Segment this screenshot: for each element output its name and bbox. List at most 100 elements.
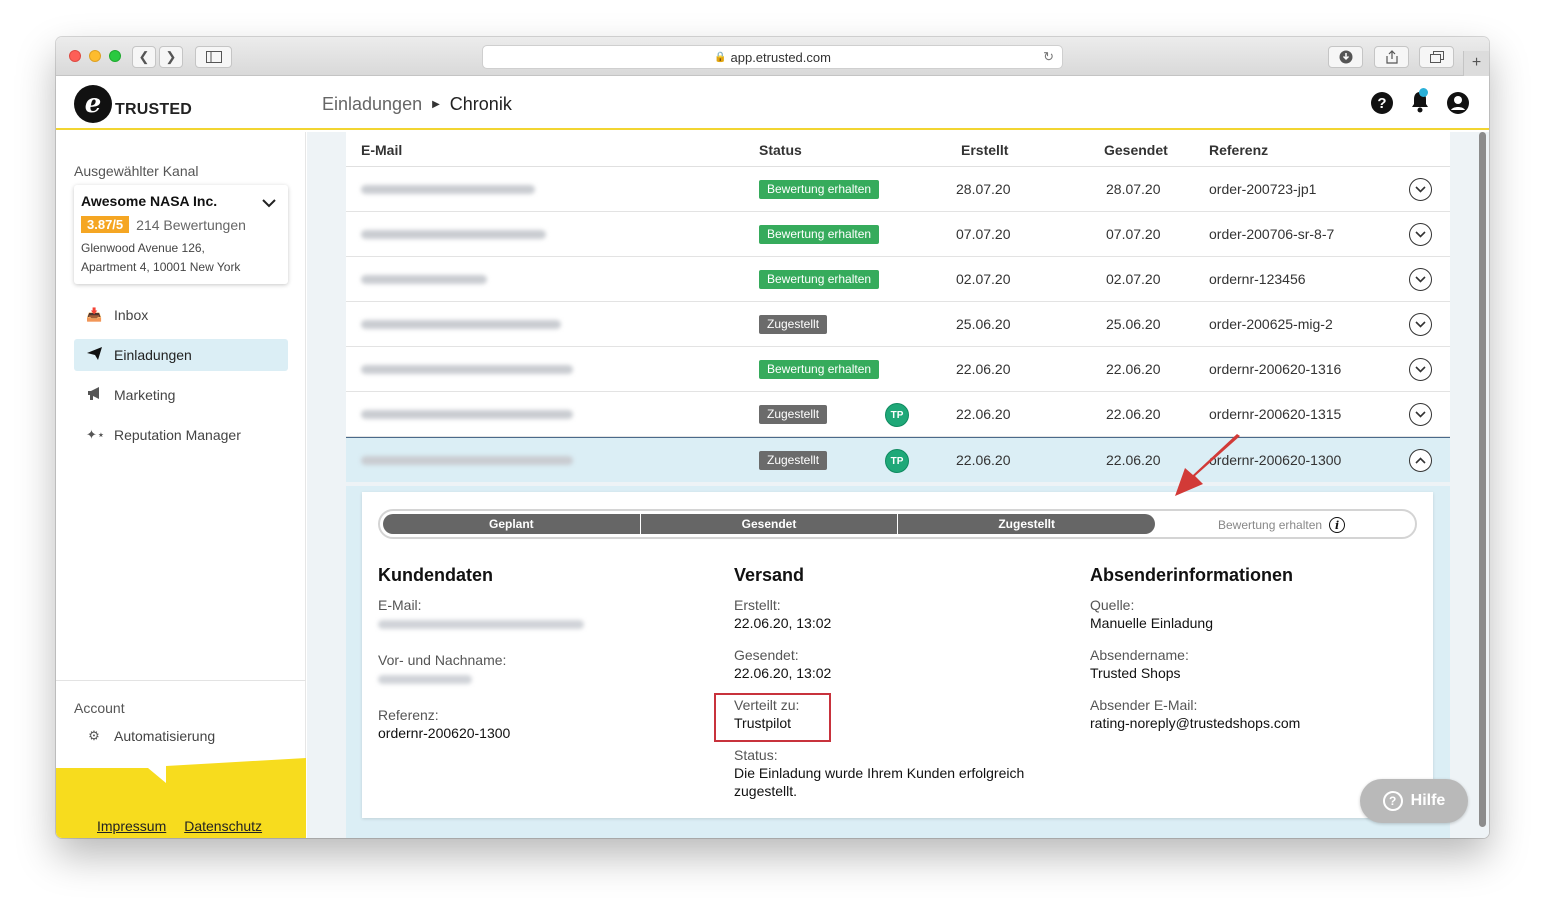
new-tab-button[interactable]: +: [1463, 51, 1489, 76]
sidebar-item-marketing[interactable]: Marketing: [74, 379, 288, 411]
field-value: Manuelle Einladung: [1090, 615, 1213, 631]
sidebar-toggle-icon[interactable]: [195, 46, 232, 68]
address-bar[interactable]: 🔒 app.etrusted.com ↻: [482, 45, 1063, 69]
info-icon[interactable]: i: [1329, 517, 1346, 533]
field-label: Vor- und Nachname:: [378, 652, 507, 668]
sender-info-title: Absenderinformationen: [1090, 565, 1294, 585]
stars-icon: ✦⋆: [86, 427, 106, 442]
sender-email-field: Absender E-Mail: rating-noreply@trusteds…: [1090, 696, 1410, 732]
table-row[interactable]: Bewertung erhalten 28.07.20 28.07.20 order-…: [346, 167, 1450, 212]
status-badge: Bewertung erhalten: [759, 360, 880, 379]
breadcrumb-einladungen[interactable]: Einladungen: [322, 94, 422, 115]
tabs-icon[interactable]: [1419, 46, 1454, 68]
table-row[interactable]: Bewertung erhalten 22.06.20 22.06.20 ordern…: [346, 347, 1450, 392]
customer-data-section: Kundendaten E-Mail: Vor- und Nachname: R…: [378, 565, 698, 756]
field-label: Referenz:: [378, 707, 439, 723]
user-account-icon[interactable]: [1446, 91, 1470, 120]
minimize-window-button[interactable]: [89, 50, 101, 62]
help-icon[interactable]: ?: [1371, 92, 1393, 114]
main-content: E-Mail Status Erstellt Gesendet Referenz…: [307, 132, 1489, 838]
trustpilot-badge-icon: TP: [885, 449, 909, 473]
chevron-down-icon[interactable]: [1409, 403, 1432, 426]
column-reference[interactable]: Referenz: [1209, 142, 1268, 158]
sidebar: Ausgewählter Kanal Awesome NASA Inc. 3.8…: [56, 132, 306, 838]
chevron-down-icon[interactable]: [262, 195, 276, 211]
table-row[interactable]: Bewertung erhalten 07.07.20 07.07.20 order-…: [346, 212, 1450, 257]
impressum-link[interactable]: Impressum: [97, 818, 166, 834]
redacted-email: [361, 320, 561, 329]
table-row[interactable]: Zugestellt 25.06.20 25.06.20 order-200625-m…: [346, 302, 1450, 347]
sent-field: Gesendet: 22.06.20, 13:02: [734, 646, 1054, 682]
scrollbar[interactable]: [1478, 132, 1487, 832]
chevron-down-icon[interactable]: [1409, 313, 1432, 336]
field-value: 22.06.20, 13:02: [734, 665, 832, 681]
created-cell: 02.07.20: [956, 271, 1011, 287]
zoom-window-button[interactable]: [109, 50, 121, 62]
table-header: E-Mail Status Erstellt Gesendet Referenz: [346, 132, 1450, 167]
progress-fill: Geplant Gesendet Zugestellt: [383, 514, 1155, 534]
datenschutz-link[interactable]: Datenschutz: [184, 818, 262, 834]
redacted-email: [361, 230, 546, 239]
notification-bell-icon[interactable]: [1409, 88, 1431, 119]
status-badge: Bewertung erhalten: [759, 180, 880, 199]
sent-cell: 02.07.20: [1106, 271, 1161, 287]
sidebar-item-inbox[interactable]: 📥 Inbox: [74, 299, 288, 331]
chevron-down-icon[interactable]: [1409, 268, 1432, 291]
customer-data-title: Kundendaten: [378, 565, 493, 585]
chevron-down-icon[interactable]: [1409, 178, 1432, 201]
customer-name-field: Vor- und Nachname:: [378, 651, 698, 684]
chevron-down-icon[interactable]: [1409, 223, 1432, 246]
annotation-arrow-icon: [1175, 434, 1240, 496]
table-row[interactable]: Bewertung erhalten 02.07.20 02.07.20 ordern…: [346, 257, 1450, 302]
etrusted-logo[interactable]: e TRUSTED: [74, 85, 192, 123]
sidebar-item-reputation-manager[interactable]: ✦⋆ Reputation Manager: [74, 419, 288, 451]
delivery-progress-bar: Geplant Gesendet Zugestellt Bewertung er…: [378, 509, 1417, 539]
lock-icon: 🔒: [714, 51, 727, 63]
sent-cell: 28.07.20: [1106, 181, 1161, 197]
selected-channel-label: Ausgewählter Kanal: [74, 163, 199, 179]
field-value: Trusted Shops: [1090, 665, 1181, 681]
chevron-down-icon[interactable]: [1409, 358, 1432, 381]
app-header: e TRUSTED Einladungen ▶ Chronik ?: [56, 76, 1489, 130]
field-label: Status:: [734, 747, 778, 763]
chevron-up-icon[interactable]: [1409, 449, 1432, 472]
step-gesendet: Gesendet: [641, 514, 899, 534]
customer-reference-field: Referenz: ordernr-200620-1300: [378, 706, 698, 742]
sidebar-item-automatisierung[interactable]: ⚙ Automatisierung: [74, 720, 288, 752]
sender-info-section: Absenderinformationen Quelle: Manuelle E…: [1090, 565, 1410, 746]
back-icon[interactable]: ❮: [132, 46, 156, 68]
column-status[interactable]: Status: [759, 142, 802, 158]
close-window-button[interactable]: [69, 50, 81, 62]
field-label: E-Mail:: [378, 597, 422, 613]
field-label: Absendername:: [1090, 647, 1189, 663]
highlight-box: [714, 693, 831, 742]
table-row[interactable]: Zugestellt TP 22.06.20 22.06.20 ordernr-2006…: [346, 392, 1450, 437]
created-cell: 22.06.20: [956, 452, 1011, 468]
sidebar-item-label: Automatisierung: [114, 728, 216, 744]
column-created[interactable]: Erstellt: [961, 142, 1008, 158]
scrollbar-thumb[interactable]: [1479, 132, 1486, 827]
channel-name: Awesome NASA Inc.: [81, 193, 218, 209]
table-row[interactable]: Zugestellt TP 22.06.20 22.06.20 ordernr-2006…: [346, 437, 1450, 482]
footer-links: Impressum Datenschutz: [97, 818, 262, 834]
redacted-email: [361, 365, 573, 374]
megaphone-icon: [86, 387, 102, 403]
redacted-email: [361, 185, 535, 194]
status-field: Status: Die Einladung wurde Ihrem Kunden…: [734, 746, 1054, 800]
customer-email-field: E-Mail:: [378, 596, 698, 629]
reload-icon[interactable]: ↻: [1043, 49, 1054, 65]
sent-cell: 22.06.20: [1106, 452, 1161, 468]
help-floating-button[interactable]: ? Hilfe: [1360, 779, 1468, 823]
step-bewertung-erhalten: Bewertung erhalten i: [1218, 517, 1346, 533]
forward-icon[interactable]: ❯: [159, 46, 183, 68]
download-icon[interactable]: [1328, 46, 1363, 68]
column-email[interactable]: E-Mail: [361, 142, 402, 158]
channel-selector[interactable]: Awesome NASA Inc. 3.87/5 214 Bewertungen…: [74, 185, 288, 284]
account-divider: [56, 680, 306, 681]
sidebar-item-einladungen[interactable]: Einladungen: [74, 339, 288, 371]
sent-cell: 22.06.20: [1106, 361, 1161, 377]
field-value: 22.06.20, 13:02: [734, 615, 832, 631]
status-text-line-2: zugestellt.: [734, 783, 798, 799]
share-icon[interactable]: [1374, 46, 1409, 68]
column-sent[interactable]: Gesendet: [1104, 142, 1168, 158]
